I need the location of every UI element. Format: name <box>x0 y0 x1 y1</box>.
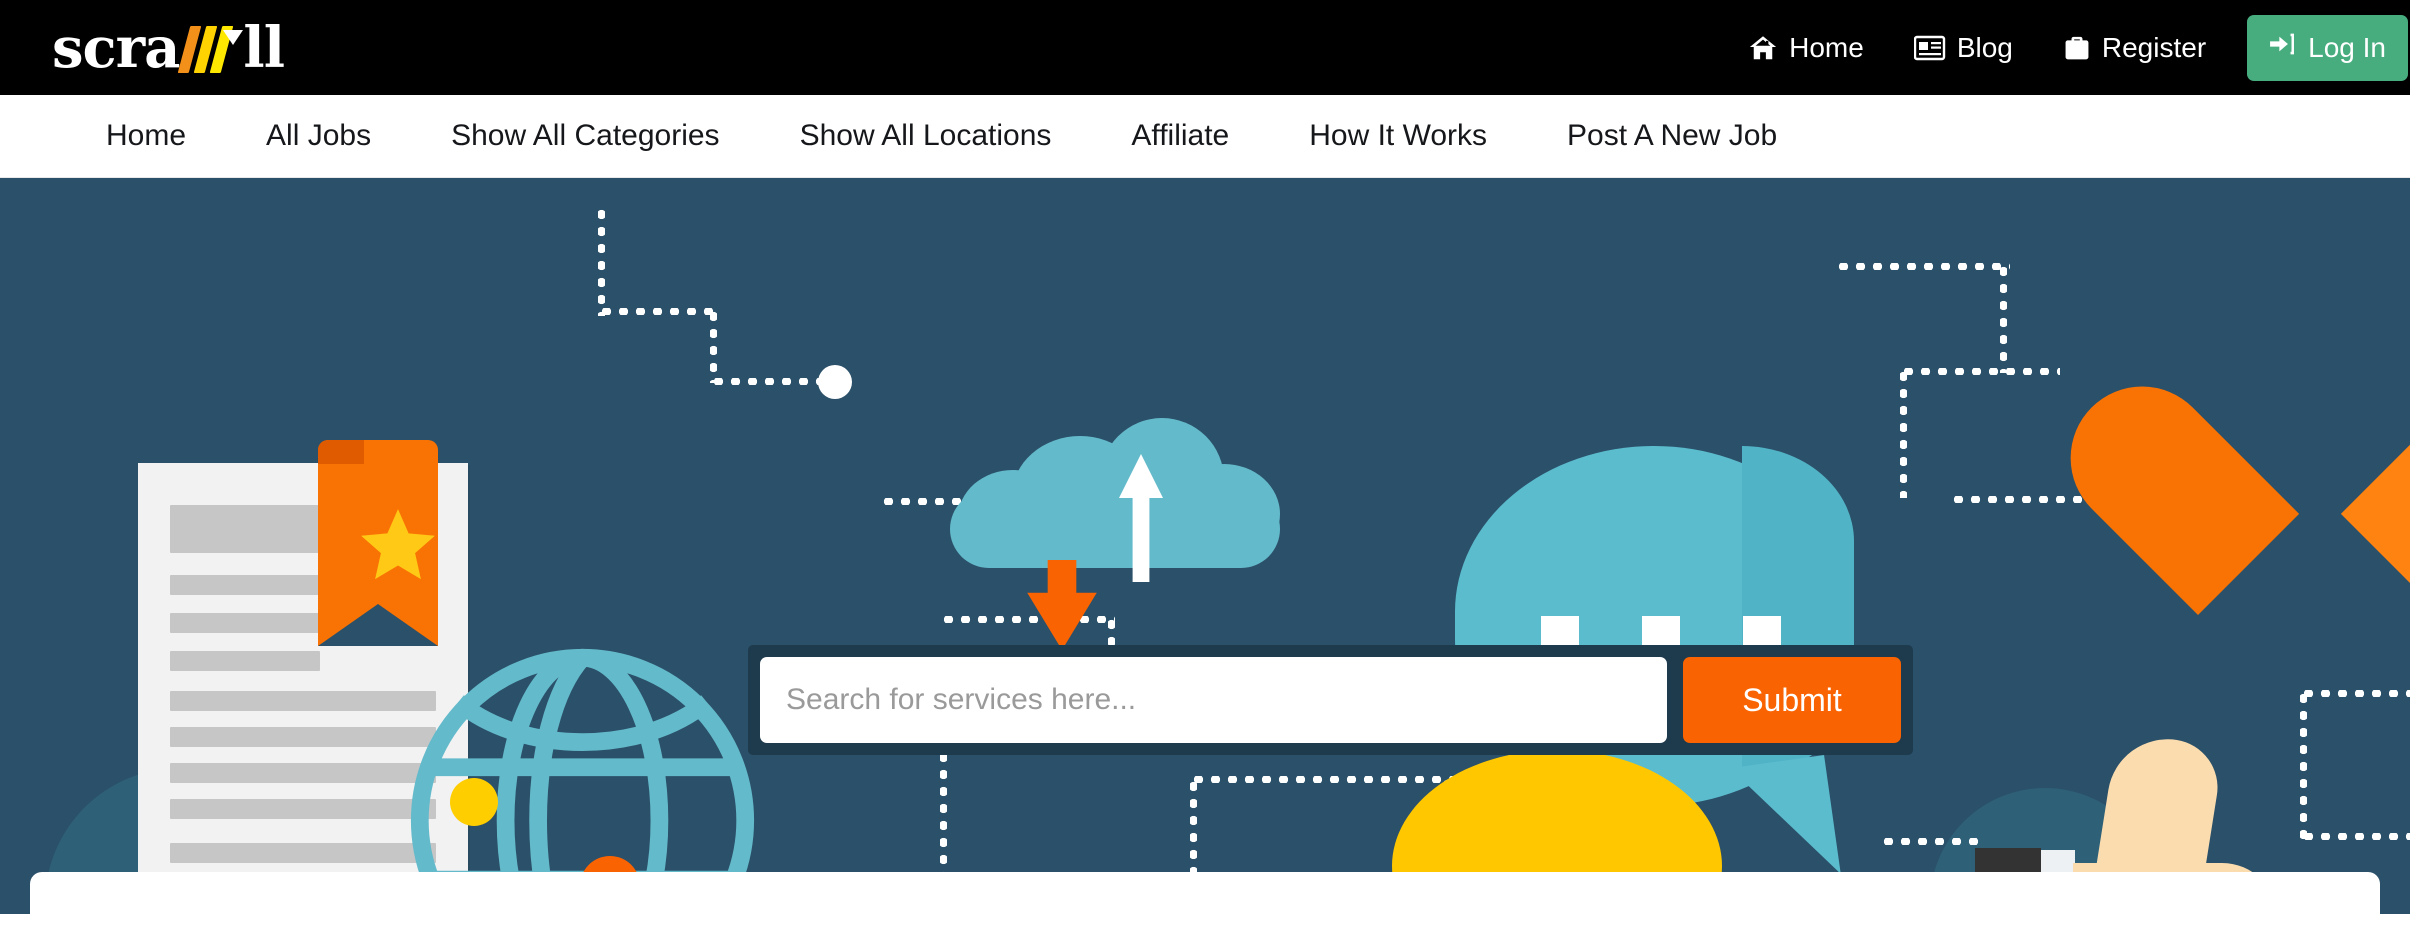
dotted-connector <box>710 308 717 383</box>
hero-search-bar: Submit <box>748 645 1913 755</box>
search-submit-button[interactable]: Submit <box>1683 657 1901 743</box>
dotted-connector <box>1190 776 1455 783</box>
topnav-item-register[interactable]: Register <box>2038 32 2231 64</box>
newspaper-icon <box>1913 34 1946 62</box>
cloud-icon <box>950 418 1280 568</box>
topnav-label: Blog <box>1956 31 2013 63</box>
subnav-item-all-jobs[interactable]: All Jobs <box>226 119 411 153</box>
briefcase-icon <box>2063 34 2091 62</box>
content-card <box>30 872 2380 932</box>
login-label: Log In <box>2308 31 2386 63</box>
dotted-connector <box>598 206 605 316</box>
download-arrow-icon <box>1025 560 1099 650</box>
chat-bubble-teal-tail <box>1702 755 1841 891</box>
login-button[interactable]: Log In <box>2247 14 2408 81</box>
globe-node-yellow <box>450 778 498 826</box>
top-navigation: Home Blog Register Log In <box>1723 0 2410 95</box>
search-input[interactable] <box>760 657 1667 743</box>
subnav-item-post-a-new-job[interactable]: Post A New Job <box>1527 119 1817 153</box>
dotted-connector <box>1880 838 1980 845</box>
logo-text-left: scra <box>52 14 180 81</box>
dotted-connector <box>1835 263 2010 270</box>
subnav-item-affiliate[interactable]: Affiliate <box>1091 119 1269 153</box>
site-logo[interactable]: scra ll <box>52 14 285 81</box>
topnav-item-home[interactable]: Home <box>1723 32 1889 64</box>
dotted-connector <box>1900 368 1907 498</box>
dotted-connector <box>598 308 718 315</box>
logo-text-right: ll <box>243 14 285 81</box>
topnav-label: Home <box>1789 31 1864 63</box>
dotted-connector <box>2300 690 2410 697</box>
logo-w-mark <box>178 21 244 75</box>
home-icon <box>1748 33 1778 63</box>
heart-icon <box>2041 356 2410 643</box>
subnav-item-home[interactable]: Home <box>66 119 226 153</box>
upload-arrow-icon <box>1117 453 1165 583</box>
dotted-connector <box>1900 368 2060 375</box>
subnav-item-how-it-works[interactable]: How It Works <box>1269 119 1527 153</box>
hero-banner: Submit <box>0 178 2410 914</box>
topnav-label: Register <box>2101 31 2207 63</box>
sign-in-icon <box>2269 31 2297 64</box>
secondary-navigation: Home All Jobs Show All Categories Show A… <box>0 95 2410 178</box>
dotted-connector <box>2000 263 2007 373</box>
top-header-bar: scra ll Home Blog Register Log In <box>0 0 2410 95</box>
dotted-connector <box>710 378 830 385</box>
subnav-item-show-all-categories[interactable]: Show All Categories <box>411 119 759 153</box>
topnav-item-blog[interactable]: Blog <box>1889 32 2038 64</box>
subnav-item-show-all-locations[interactable]: Show All Locations <box>760 119 1092 153</box>
bookmark-shadow <box>318 440 364 464</box>
connector-node <box>818 365 852 399</box>
